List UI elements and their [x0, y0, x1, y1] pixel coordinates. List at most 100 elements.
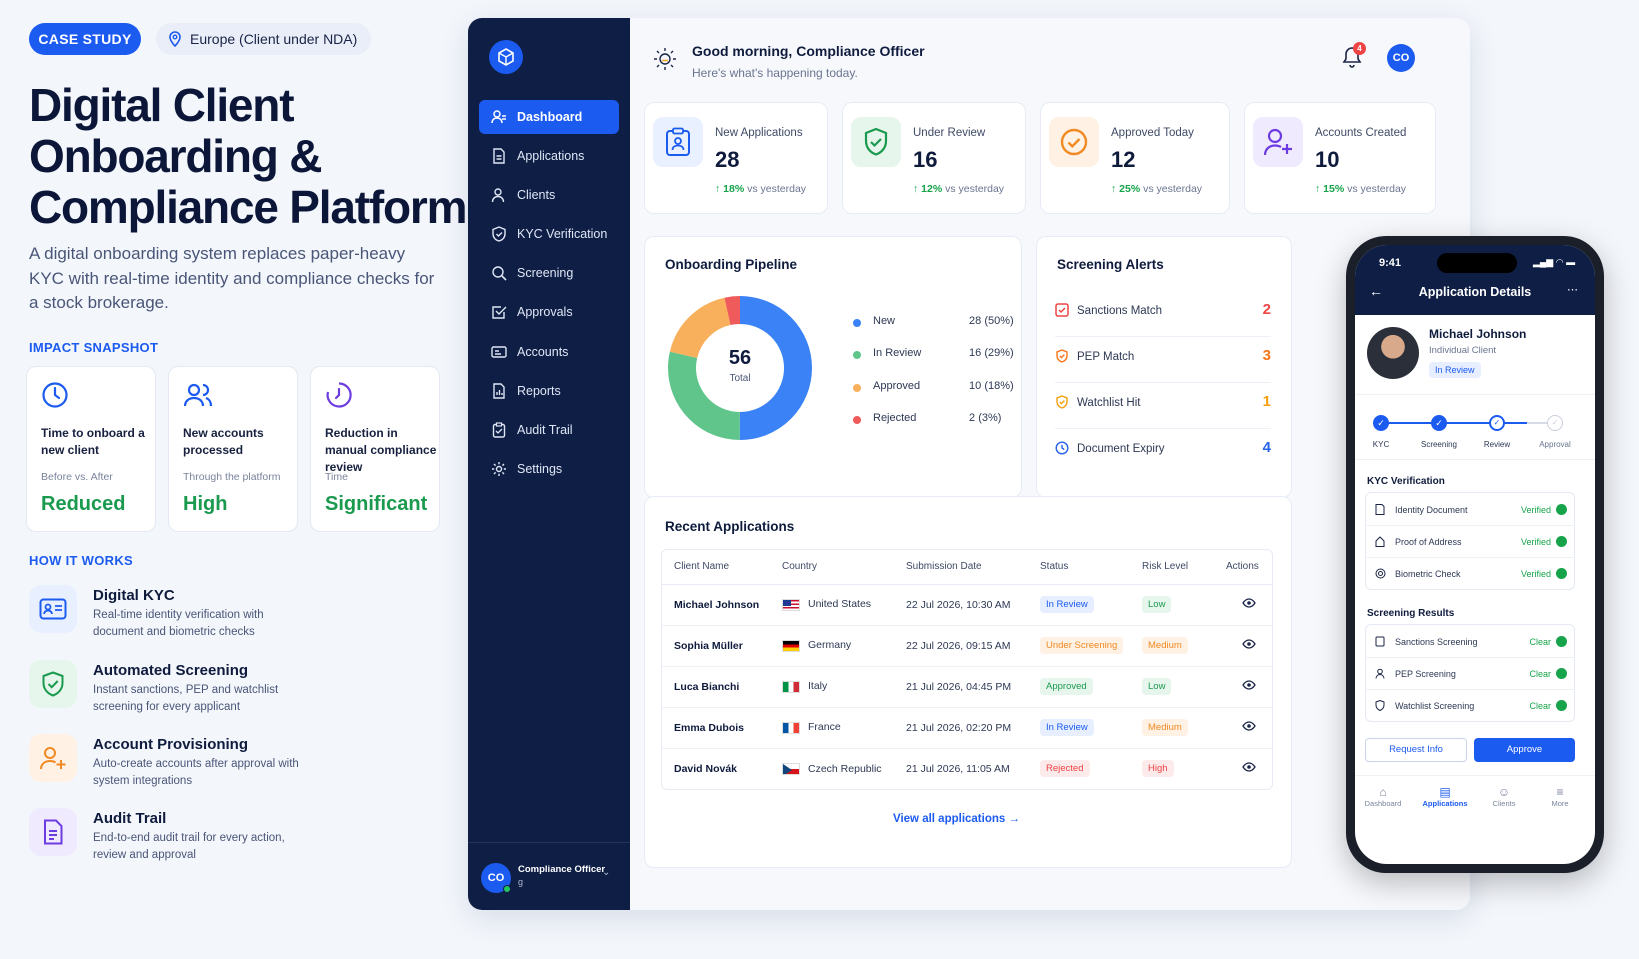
- kyc-item-identity[interactable]: Identity Document Verified: [1365, 494, 1575, 526]
- col-submission-date[interactable]: Submission Date: [894, 550, 1028, 585]
- alert-document-expiry[interactable]: Document Expiry 4: [1055, 429, 1271, 475]
- sidebar-item-screening[interactable]: Screening: [479, 256, 619, 290]
- col-country[interactable]: Country: [770, 550, 894, 585]
- screening-item-pep[interactable]: PEP Screening Clear: [1365, 658, 1575, 690]
- tab-dashboard[interactable]: ⌂ Dashboard: [1359, 785, 1407, 808]
- approve-button[interactable]: Approve: [1474, 738, 1575, 762]
- eye-icon[interactable]: [1242, 639, 1256, 649]
- table-row[interactable]: Luca Bianchi Italy 21 Jul 2026, 04:45 PM…: [662, 666, 1272, 708]
- alert-watchlist-hit[interactable]: Watchlist Hit 1: [1055, 383, 1271, 429]
- impact-heading: IMPACT SNAPSHOT: [29, 340, 159, 355]
- stat-card-new-applications[interactable]: New Applications 28 ↑ 18% vs yesterday: [644, 102, 828, 214]
- country-cell: France: [770, 707, 894, 749]
- step-label: Approval: [1539, 440, 1571, 449]
- col-risk-level[interactable]: Risk Level: [1130, 550, 1214, 585]
- country-cell: Czech Republic: [770, 748, 894, 789]
- sidebar-item-kyc-verification[interactable]: KYC Verification: [479, 217, 619, 251]
- more-icon[interactable]: ⋯: [1567, 283, 1578, 296]
- screening-item-watchlist[interactable]: Watchlist Screening Clear: [1365, 690, 1575, 722]
- how-item: Audit Trail End-to-end audit trail for e…: [29, 808, 449, 868]
- pipeline-total-label: Total: [729, 373, 751, 384]
- table-row[interactable]: Michael Johnson United States 22 Jul 202…: [662, 584, 1272, 626]
- online-indicator: [503, 885, 511, 893]
- country-cell: Italy: [770, 666, 894, 708]
- view-action[interactable]: [1214, 666, 1272, 708]
- dynamic-island: [1437, 253, 1517, 273]
- col-client-name[interactable]: Client Name: [662, 550, 770, 585]
- stat-card-approved-today[interactable]: Approved Today 12 ↑ 25% vs yesterday: [1040, 102, 1230, 214]
- kyc-item-biometric[interactable]: Biometric Check Verified: [1365, 558, 1575, 590]
- table-row[interactable]: Sophia Müller Germany 22 Jul 2026, 09:15…: [662, 625, 1272, 667]
- stat-card-under-review[interactable]: Under Review 16 ↑ 12% vs yesterday: [842, 102, 1026, 214]
- stat-label: New Applications: [715, 127, 803, 139]
- tab-clients[interactable]: ☺ Clients: [1479, 785, 1529, 808]
- eye-icon[interactable]: [1242, 680, 1256, 690]
- eye-icon[interactable]: [1242, 721, 1256, 731]
- view-action[interactable]: [1214, 748, 1272, 789]
- request-info-button[interactable]: Request Info: [1365, 738, 1467, 762]
- chevron-down-icon: ⌄: [602, 867, 611, 878]
- document-icon: [1375, 636, 1385, 647]
- sidebar-item-dashboard[interactable]: Dashboard: [479, 100, 619, 134]
- eye-icon[interactable]: [1242, 762, 1256, 772]
- stat-delta: ↑ 12% vs yesterday: [913, 183, 1005, 195]
- eye-icon[interactable]: [1242, 598, 1256, 608]
- view-action[interactable]: [1214, 625, 1272, 667]
- greeting-subtext: Here's what's happening today.: [692, 66, 858, 80]
- kyc-item-address[interactable]: Proof of Address Verified: [1365, 526, 1575, 558]
- impact-card: New accounts processed Through the platf…: [168, 366, 298, 532]
- user-menu[interactable]: CO Compliance Officer g ⌄: [468, 842, 630, 910]
- dashboard-icon: [491, 110, 506, 124]
- applications-table: Client Name Country Submission Date Stat…: [661, 549, 1273, 790]
- status-cell: In Review: [1028, 707, 1130, 749]
- stat-label: Approved Today: [1111, 127, 1194, 139]
- document-icon: [29, 808, 77, 856]
- mobile-phone-mockup: 9:41 ▂▄▆ ◠ ▬ ← Application Details ⋯ Mic…: [1346, 236, 1604, 873]
- how-heading: HOW IT WORKS: [29, 553, 133, 568]
- submission-date: 22 Jul 2026, 09:15 AM: [894, 625, 1028, 667]
- risk-badge: Low: [1142, 678, 1172, 695]
- clock-icon: [42, 382, 68, 408]
- notifications-button[interactable]: 4: [1342, 42, 1366, 70]
- sidebar-item-approvals[interactable]: Approvals: [479, 295, 619, 329]
- id-card-icon: [29, 585, 77, 633]
- sidebar-item-reports[interactable]: Reports: [479, 374, 619, 408]
- sidebar-item-audit-trail[interactable]: Audit Trail: [479, 413, 619, 447]
- col-actions: Actions: [1214, 550, 1272, 585]
- shield-icon: [1375, 700, 1385, 711]
- client-name: Michael Johnson: [662, 584, 770, 626]
- clear-check-icon: [1556, 668, 1567, 679]
- sidebar-item-settings[interactable]: Settings: [479, 452, 619, 486]
- stat-label: Under Review: [913, 127, 986, 139]
- alert-pep-match[interactable]: PEP Match 3: [1055, 337, 1271, 383]
- shield-check-icon: [492, 226, 506, 242]
- how-title: Automated Screening: [93, 662, 249, 679]
- app-logo[interactable]: [489, 40, 523, 74]
- tab-applications[interactable]: ▤ Applications: [1415, 785, 1475, 808]
- stat-card-accounts-created[interactable]: Accounts Created 10 ↑ 15% vs yesterday: [1244, 102, 1436, 214]
- alert-sanctions-match[interactable]: Sanctions Match 2: [1055, 291, 1271, 337]
- pep-icon: [1056, 349, 1068, 363]
- view-action[interactable]: [1214, 707, 1272, 749]
- view-action[interactable]: [1214, 584, 1272, 626]
- table-row[interactable]: David Novák Czech Republic 21 Jul 2026, …: [662, 748, 1272, 789]
- table-row[interactable]: Emma Dubois France 21 Jul 2026, 02:20 PM…: [662, 707, 1272, 749]
- col-status[interactable]: Status: [1028, 550, 1130, 585]
- legend-item-in-review: In Review 16 (29%): [853, 347, 1033, 363]
- sidebar-item-clients[interactable]: Clients: [479, 178, 619, 212]
- step-review: ✓: [1489, 415, 1505, 431]
- clock-icon: [1055, 441, 1069, 455]
- sidebar-item-accounts[interactable]: Accounts: [479, 335, 619, 369]
- step-label: Screening: [1420, 440, 1458, 449]
- step-screening: ✓: [1431, 415, 1447, 431]
- view-all-link[interactable]: View all applications →: [893, 813, 1020, 825]
- gear-icon: [492, 462, 506, 476]
- divider: [1355, 394, 1595, 395]
- user-plus-icon: [1253, 117, 1303, 167]
- tab-more[interactable]: ≡ More: [1535, 785, 1585, 808]
- page-subtitle: A digital onboarding system replaces pap…: [29, 244, 435, 312]
- screening-item-sanctions[interactable]: Sanctions Screening Clear: [1365, 626, 1575, 658]
- client-name: David Novák: [674, 762, 738, 775]
- sidebar-item-applications[interactable]: Applications: [479, 139, 619, 173]
- profile-avatar[interactable]: CO: [1387, 44, 1415, 72]
